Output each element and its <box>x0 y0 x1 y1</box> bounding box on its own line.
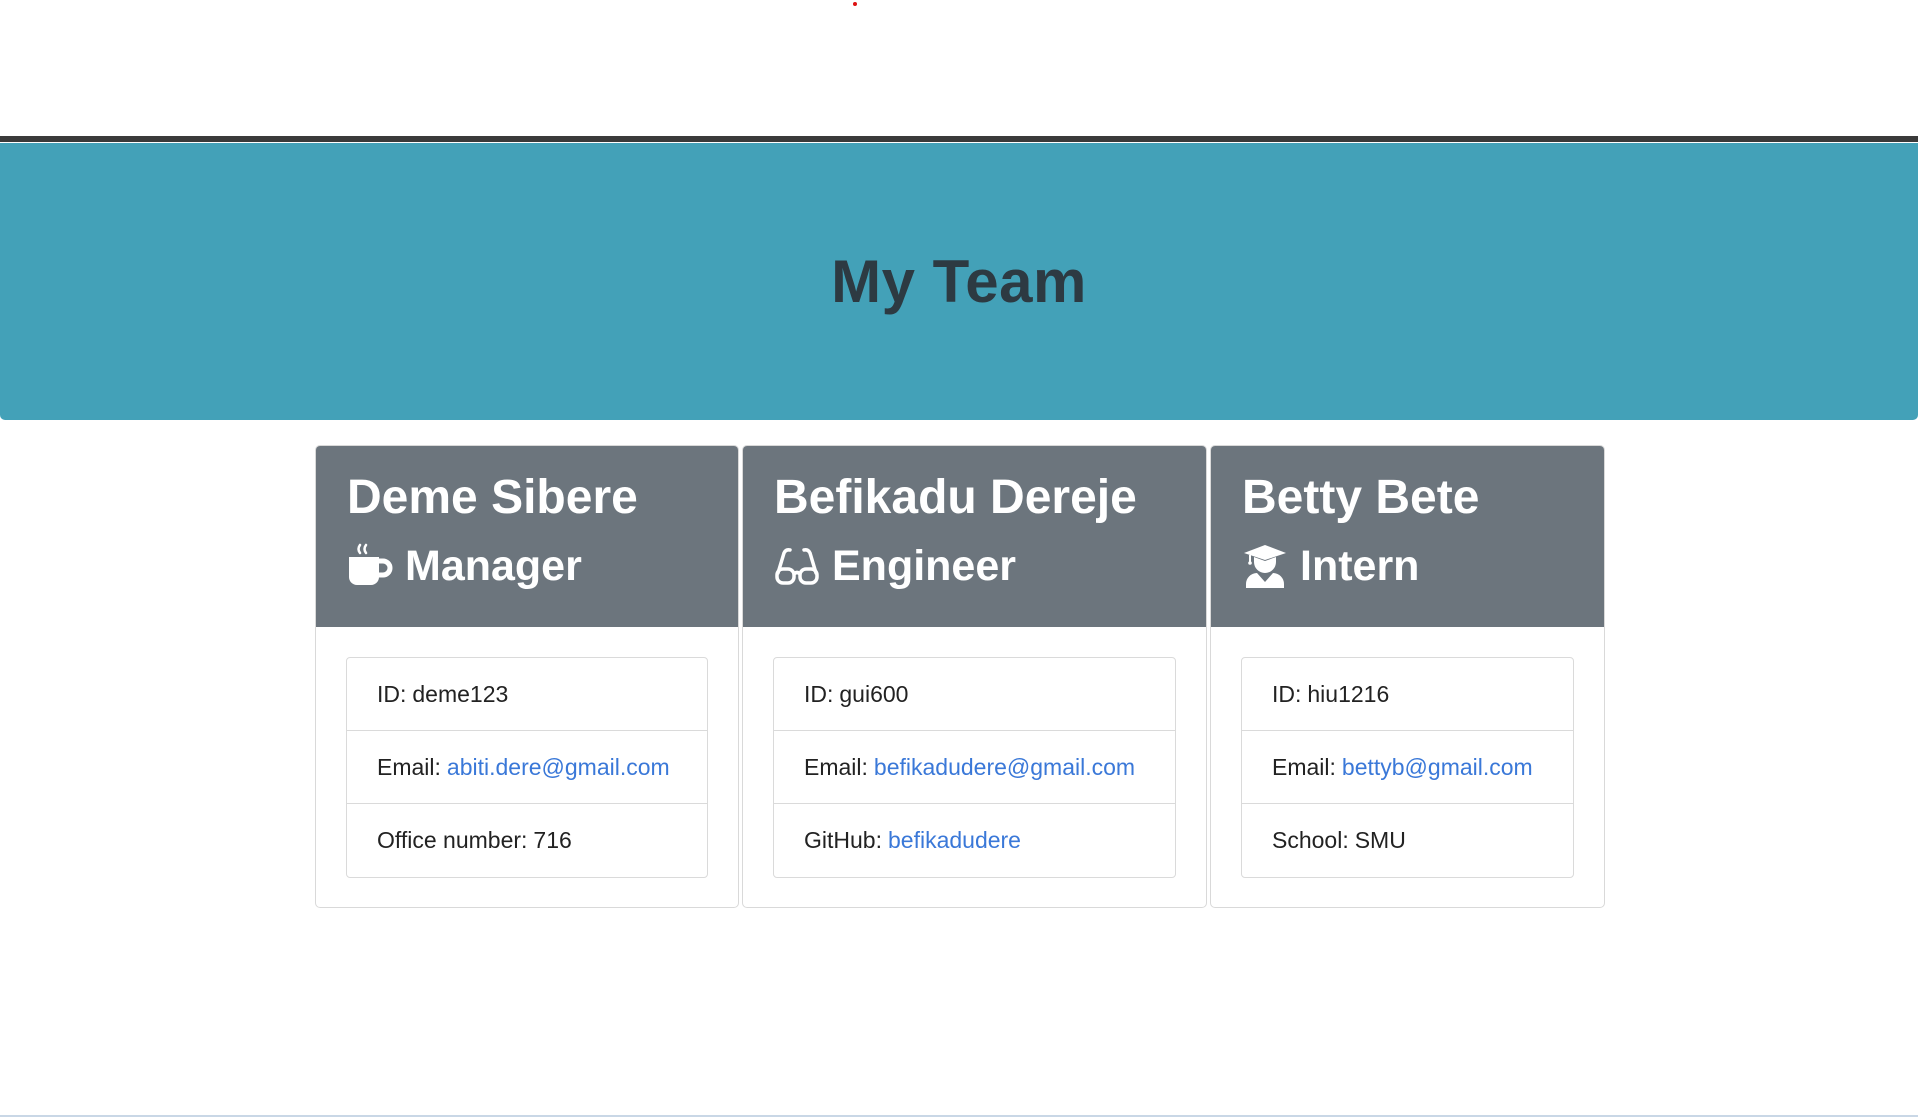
employee-card-manager: Deme Sibere Manager ID: deme123 Email: a… <box>315 445 739 908</box>
info-list: ID: deme123 Email: abiti.dere@gmail.com … <box>346 657 708 878</box>
office-number-label: Office number: <box>377 827 528 853</box>
email-link[interactable]: befikadudere@gmail.com <box>874 754 1135 781</box>
info-list: ID: gui600 Email: befikadudere@gmail.com… <box>773 657 1176 878</box>
jumbotron-header: My Team <box>0 143 1918 420</box>
id-value: hiu1216 <box>1307 680 1390 707</box>
list-item-github: GitHub: befikadudere <box>774 804 1175 877</box>
info-list: ID: hiu1216 Email: bettyb@gmail.com Scho… <box>1241 657 1574 878</box>
employee-card-engineer: Befikadu Dereje Engineer ID: gui600 Emai… <box>742 445 1207 908</box>
office-number-value: 716 <box>533 827 572 853</box>
card-body: ID: gui600 Email: befikadudere@gmail.com… <box>743 627 1206 878</box>
coffee-icon <box>347 543 393 589</box>
list-item-email: Email: bettyb@gmail.com <box>1242 731 1573 804</box>
email-label: Email: <box>804 753 868 780</box>
page-title: My Team <box>831 248 1087 315</box>
id-label: ID: <box>1272 680 1302 707</box>
school-value: SMU <box>1354 827 1406 853</box>
bottom-divider <box>0 1115 1918 1117</box>
glasses-icon <box>774 543 820 589</box>
team-cards: Deme Sibere Manager ID: deme123 Email: a… <box>315 445 1605 908</box>
github-link[interactable]: befikadudere <box>888 827 1021 854</box>
card-header: Befikadu Dereje Engineer <box>743 446 1206 627</box>
email-label: Email: <box>1272 753 1336 780</box>
id-label: ID: <box>804 680 834 707</box>
card-header: Deme Sibere Manager <box>316 446 738 627</box>
role-label: Manager <box>405 542 582 590</box>
top-divider <box>0 136 1918 142</box>
github-label: GitHub: <box>804 827 882 853</box>
email-label: Email: <box>377 753 441 780</box>
email-link[interactable]: abiti.dere@gmail.com <box>447 754 670 781</box>
card-header: Betty Bete Intern <box>1211 446 1604 627</box>
page: My Team Deme Sibere Manager ID: deme123 … <box>0 0 1918 1119</box>
red-dot-marker <box>853 2 857 6</box>
list-item-office-number: Office number: 716 <box>347 804 707 877</box>
list-item-id: ID: deme123 <box>347 658 707 731</box>
graduate-icon <box>1242 543 1288 589</box>
list-item-email: Email: befikadudere@gmail.com <box>774 731 1175 804</box>
role-label: Intern <box>1300 542 1420 590</box>
employee-role: Manager <box>347 538 707 594</box>
email-link[interactable]: bettyb@gmail.com <box>1342 754 1533 781</box>
id-label: ID: <box>377 680 407 707</box>
employee-name: Betty Bete <box>1242 471 1480 524</box>
list-item-id: ID: gui600 <box>774 658 1175 731</box>
school-label: School: <box>1272 827 1349 853</box>
employee-name: Deme Sibere <box>347 471 638 524</box>
employee-name: Befikadu Dereje <box>774 471 1137 524</box>
employee-role: Intern <box>1242 538 1573 594</box>
list-item-id: ID: hiu1216 <box>1242 658 1573 731</box>
list-item-email: Email: abiti.dere@gmail.com <box>347 731 707 804</box>
employee-card-intern: Betty Bete Intern ID: hiu1216 Email: bet… <box>1210 445 1605 908</box>
employee-role: Engineer <box>774 538 1175 594</box>
id-value: gui600 <box>839 680 909 707</box>
card-body: ID: deme123 Email: abiti.dere@gmail.com … <box>316 627 738 878</box>
role-label: Engineer <box>832 542 1016 590</box>
card-body: ID: hiu1216 Email: bettyb@gmail.com Scho… <box>1211 627 1604 878</box>
id-value: deme123 <box>412 680 509 707</box>
list-item-school: School: SMU <box>1242 804 1573 877</box>
